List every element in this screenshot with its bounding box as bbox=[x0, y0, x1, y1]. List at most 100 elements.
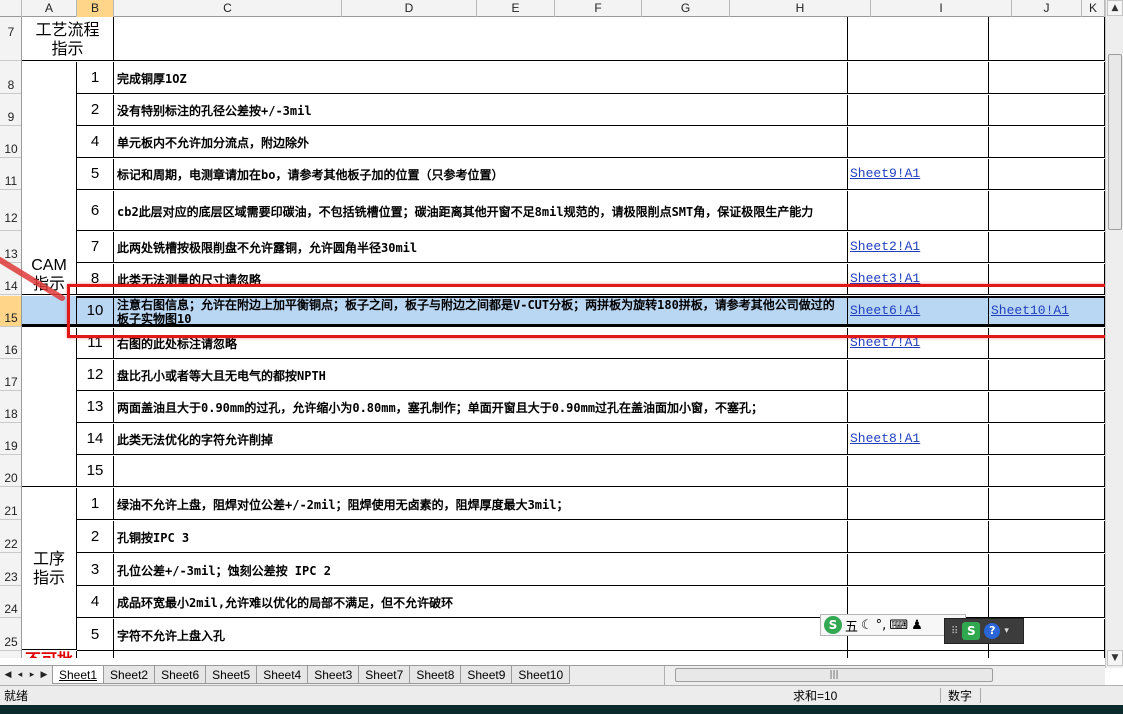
row-number[interactable]: 1 bbox=[77, 488, 114, 520]
row-header-15[interactable]: 15 bbox=[0, 296, 21, 327]
row-header-23[interactable]: 23 bbox=[0, 554, 21, 586]
row-header-14[interactable]: 14 bbox=[0, 264, 21, 295]
sheet-link-j[interactable] bbox=[848, 651, 989, 658]
sheet-link-j[interactable] bbox=[848, 554, 989, 586]
column-header-e[interactable]: E bbox=[477, 0, 555, 17]
column-header-i[interactable]: I bbox=[871, 0, 1012, 17]
row-number[interactable]: 11 bbox=[77, 328, 114, 359]
row-header-20[interactable]: 20 bbox=[0, 456, 21, 487]
row-text[interactable]: cb2此层对应的底层区域需要印碳油，不包括铣槽位置；碳油距离其他开窗不足8mil… bbox=[114, 191, 848, 231]
sheet-link-j[interactable]: Sheet2!A1 bbox=[848, 232, 989, 263]
row-number[interactable]: 4 bbox=[77, 127, 114, 158]
row-number[interactable]: 3 bbox=[77, 554, 114, 586]
sheet-link-k[interactable] bbox=[989, 651, 1105, 658]
sheet-link-k[interactable] bbox=[989, 264, 1105, 295]
grip-icon[interactable]: ⠿ bbox=[951, 626, 958, 637]
category-selected-cell[interactable] bbox=[22, 296, 77, 327]
sheet-link[interactable]: Sheet6!A1 bbox=[850, 304, 920, 318]
menu-arrow-icon[interactable]: ▾ bbox=[1004, 626, 1009, 636]
sheet-link-j[interactable] bbox=[848, 62, 989, 94]
sheet-link-j[interactable] bbox=[848, 95, 989, 126]
column-header-c[interactable]: C bbox=[114, 0, 342, 17]
sheet-link-k[interactable] bbox=[989, 587, 1105, 618]
sheet-link-k[interactable] bbox=[989, 191, 1105, 231]
tab-last-icon[interactable]: ▶ bbox=[38, 668, 50, 682]
sheet-tab-sheet9[interactable]: Sheet9 bbox=[460, 666, 513, 684]
row-number[interactable]: 14 bbox=[77, 424, 114, 455]
row-header-17[interactable]: 17 bbox=[0, 360, 21, 391]
sheet-link[interactable]: Sheet8!A1 bbox=[850, 432, 920, 446]
sheet-link-j[interactable] bbox=[848, 521, 989, 553]
header-col-k[interactable] bbox=[989, 17, 1105, 61]
row-header-13[interactable]: 13 bbox=[0, 232, 21, 263]
sheet-link-k[interactable] bbox=[989, 95, 1105, 126]
row-text[interactable]: 此两处铣槽按极限削盘不允许露铜，允许圆角半径30mil bbox=[114, 232, 848, 263]
row-text[interactable]: 孔位公差+/-3mil；蚀刻公差按 IPC 2 bbox=[114, 554, 848, 586]
row-header-10[interactable]: 10 bbox=[0, 127, 21, 158]
column-header-g[interactable]: G bbox=[642, 0, 730, 17]
sheet-link-j[interactable]: Sheet8!A1 bbox=[848, 424, 989, 455]
sheet-tab-sheet6[interactable]: Sheet6 bbox=[154, 666, 207, 684]
sheet-tab-sheet8[interactable]: Sheet8 bbox=[409, 666, 462, 684]
row-number[interactable]: 8 bbox=[77, 264, 114, 295]
sheet-tab-sheet2[interactable]: Sheet2 bbox=[103, 666, 156, 684]
row-number[interactable]: 5 bbox=[77, 619, 114, 651]
scroll-up-icon[interactable]: ▲ bbox=[1107, 0, 1123, 16]
row-number[interactable]: 6 bbox=[77, 191, 114, 231]
sheet-link-k[interactable] bbox=[989, 488, 1105, 520]
tab-next-icon[interactable]: ▸ bbox=[26, 668, 38, 682]
tab-first-icon[interactable]: ◀ bbox=[2, 668, 14, 682]
sheet-link-j[interactable] bbox=[848, 488, 989, 520]
sheet-link-j[interactable] bbox=[848, 127, 989, 158]
header-merged-body[interactable] bbox=[114, 17, 848, 61]
row-number[interactable]: 2 bbox=[77, 95, 114, 126]
row-number[interactable]: 7 bbox=[77, 232, 114, 263]
row-text[interactable]: 绿油不允许上盘，阻焊对位公差+/-2mil；阻焊使用无卤素的，阻焊厚度最大3mi… bbox=[114, 488, 848, 520]
row-text[interactable]: 此类无法优化的字符允许削掉 bbox=[114, 424, 848, 455]
sheet-tab-sheet1[interactable]: Sheet1 bbox=[52, 666, 105, 684]
row-header-24[interactable]: 24 bbox=[0, 587, 21, 618]
row-text[interactable]: 右图的此处标注请忽略 bbox=[114, 328, 848, 359]
row-number[interactable]: 13 bbox=[77, 392, 114, 423]
row-number[interactable]: 10 bbox=[77, 296, 114, 327]
column-header-j[interactable]: J bbox=[1012, 0, 1082, 17]
sheet-link[interactable]: Sheet7!A1 bbox=[850, 336, 920, 350]
punctuation-icon[interactable]: °, bbox=[876, 618, 887, 633]
sheet-link-k[interactable] bbox=[989, 62, 1105, 94]
row-text[interactable]: 完成铜厚1OZ bbox=[114, 62, 848, 94]
row-header-22[interactable]: 22 bbox=[0, 521, 21, 553]
sheet-link-k[interactable] bbox=[989, 456, 1105, 487]
row-header-7[interactable]: 7 bbox=[0, 17, 21, 61]
sheet-link-k[interactable] bbox=[989, 232, 1105, 263]
sheet-link-k[interactable]: Sheet10!A1 bbox=[989, 296, 1105, 327]
row-header-25[interactable]: 25 bbox=[0, 619, 21, 651]
column-header-a[interactable]: A bbox=[22, 0, 77, 17]
row-header-9[interactable]: 9 bbox=[0, 95, 21, 126]
sheet-tab-sheet10[interactable]: Sheet10 bbox=[511, 666, 571, 684]
row-number[interactable]: 1 bbox=[77, 62, 114, 94]
row-number[interactable]: 2 bbox=[77, 521, 114, 553]
row-text[interactable]: 孔铜按IPC 3 bbox=[114, 521, 848, 553]
select-all-corner[interactable] bbox=[0, 0, 22, 17]
sheet-link-k[interactable] bbox=[989, 554, 1105, 586]
sheet-link-k[interactable] bbox=[989, 521, 1105, 553]
sheet-link-k[interactable] bbox=[989, 392, 1105, 423]
sheet-link-k[interactable] bbox=[989, 328, 1105, 359]
column-header-f[interactable]: F bbox=[555, 0, 642, 17]
horizontal-scrollbar[interactable]: ||| bbox=[664, 666, 1105, 685]
row-text[interactable]: 此类无法测量的尺寸请忽略 bbox=[114, 264, 848, 295]
column-header-d[interactable]: D bbox=[342, 0, 477, 17]
sheet-link-j[interactable] bbox=[848, 360, 989, 391]
row-header-16[interactable]: 16 bbox=[0, 328, 21, 359]
row-header-21[interactable]: 21 bbox=[0, 488, 21, 520]
sheet-tab-sheet7[interactable]: Sheet7 bbox=[358, 666, 411, 684]
help-icon[interactable]: ? bbox=[984, 623, 1001, 639]
ime-mode-wu[interactable]: 五 bbox=[845, 616, 858, 635]
row-number[interactable]: 5 bbox=[77, 159, 114, 190]
header-col-j[interactable] bbox=[848, 17, 989, 61]
row-number[interactable]: 12 bbox=[77, 360, 114, 391]
sheet-link-k[interactable] bbox=[989, 159, 1105, 190]
row-text[interactable] bbox=[114, 456, 848, 487]
row-text[interactable]: 字符不允许上盘入孔 bbox=[114, 619, 848, 651]
sheet-link[interactable]: Sheet2!A1 bbox=[850, 240, 920, 254]
